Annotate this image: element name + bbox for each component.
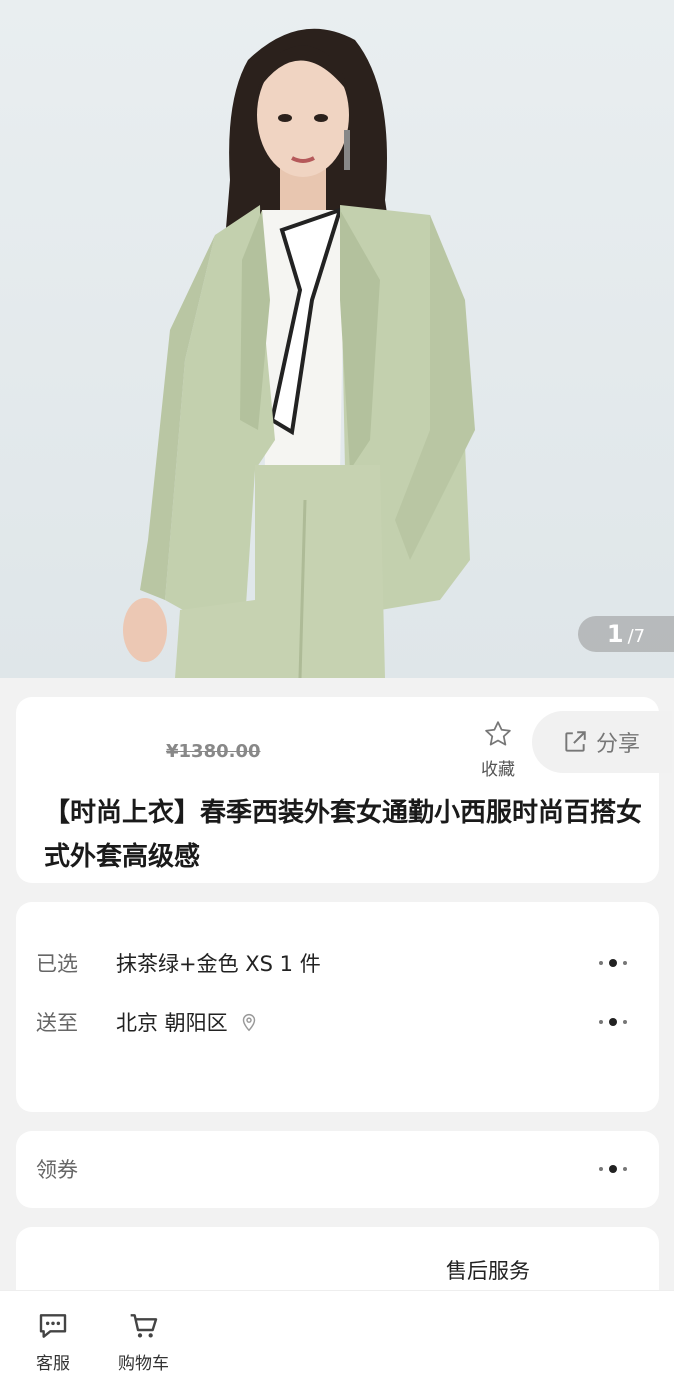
product-title: 【时尚上衣】春季西装外套女通勤小西服时尚百搭女式外套高级感 (44, 798, 643, 872)
chat-icon (39, 1314, 67, 1338)
coupon-row[interactable]: 领券 (36, 1149, 643, 1189)
selected-spec-row[interactable]: 已选 抹茶绿+金色 XS 1 件 (36, 943, 643, 983)
share-icon (565, 731, 586, 752)
share-button[interactable]: 分享 (532, 711, 672, 773)
after-sales-label: 售后服务 (446, 1259, 530, 1283)
favorite-button[interactable]: 收藏 (474, 719, 522, 780)
star-icon (485, 721, 511, 746)
more-icon (599, 1018, 627, 1026)
pager-current: 1 (606, 620, 624, 648)
selected-value: 抹茶绿+金色 XS 1 件 (116, 952, 321, 976)
spec-card: 已选 抹茶绿+金色 XS 1 件 送至 北京 朝阳区 (16, 902, 659, 1112)
cart-label: 购物车 (118, 1354, 169, 1374)
pager-total: /7 (627, 626, 646, 647)
customer-service-label: 客服 (36, 1354, 70, 1374)
image-pager: 1 /7 (578, 616, 674, 652)
product-photo (123, 28, 475, 678)
product-image-carousel[interactable]: 1 /7 (0, 0, 674, 678)
selected-key: 已选 (36, 952, 78, 976)
location-pin-icon (242, 1014, 255, 1032)
cart-icon (130, 1314, 157, 1338)
share-label: 分享 (596, 732, 641, 757)
ship-key: 送至 (36, 1011, 78, 1035)
ship-to-row[interactable]: 送至 北京 朝阳区 (36, 1002, 643, 1042)
more-icon (599, 959, 627, 967)
coupon-card[interactable]: 领券 (16, 1131, 659, 1208)
bottom-bar: 客服 购物车 (0, 1290, 674, 1382)
more-icon (599, 1165, 627, 1173)
ship-value: 北京 朝阳区 (116, 1011, 228, 1035)
original-price: ¥1380.00 (166, 741, 261, 762)
customer-service-button[interactable]: 客服 (36, 1311, 70, 1374)
cart-button[interactable]: 购物车 (118, 1311, 169, 1374)
favorite-label: 收藏 (481, 760, 515, 780)
product-info-card: ¥1380.00 收藏 分享 【时尚上衣】春季西装外套女通勤小西服时尚百搭女式外… (16, 697, 672, 883)
coupon-label: 领券 (36, 1158, 78, 1182)
